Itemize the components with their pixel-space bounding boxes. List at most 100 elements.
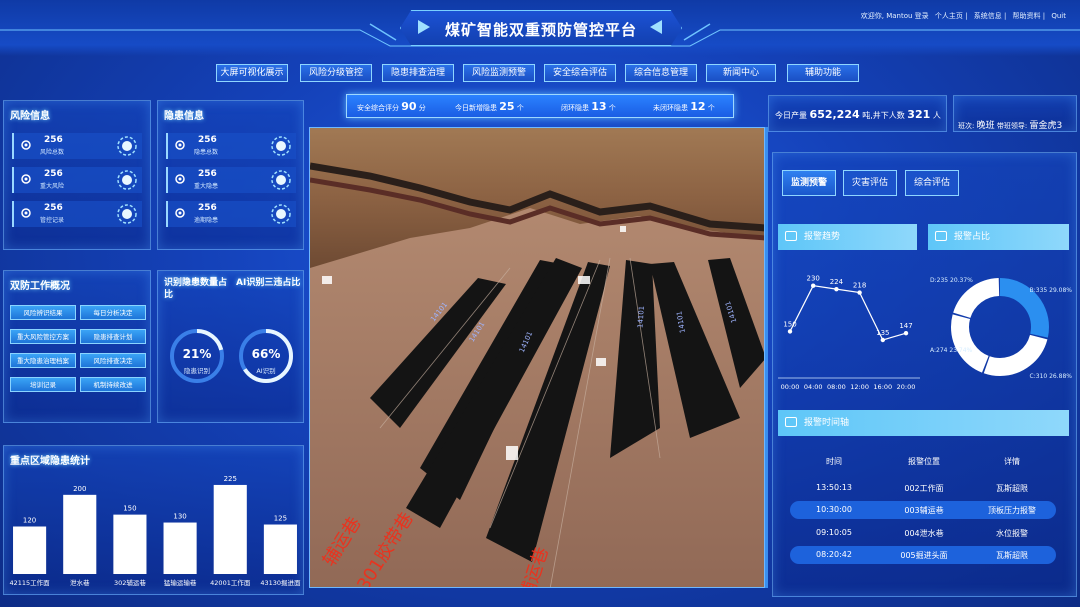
production-unit: 吨 [862,111,871,120]
risk-records-value: 256 [44,203,63,213]
bar-value-label: 225 [224,475,237,483]
work-btn-hazard-plan[interactable]: 隐患排查计划 [80,329,146,344]
gauge-ai-value: 66% [251,347,281,361]
metrics-strip: 安全综合评分 90 分 今日新增隐患 25 个 闭环隐患 13 个 未闭环隐患 … [346,94,734,118]
people-label: ,井下人数 [870,111,905,120]
hazard-overdue-value: 256 [198,203,217,213]
metric-open-hazards: 未闭环隐患 12 个 [653,100,715,113]
trend-point [787,329,793,334]
trend-point [857,290,862,295]
tab-monitor-alarm[interactable]: 监测预警 [782,170,836,196]
metric-open-label: 未闭环隐患 [653,104,688,112]
work-btn-daily-analysis[interactable]: 每日分析决定 [80,305,146,320]
monitor-icon [785,231,797,241]
table-row[interactable]: 08:20:42 005掘进头面 瓦斯超限 [790,546,1056,564]
play-arrow-right-icon [650,20,662,34]
identify-ratio-panel: 识别隐患数量占比 AI识别三违占比 21% 隐患识别 66% AI识别 [157,270,304,423]
ratio-title: 报警占比 [954,232,991,242]
target-icon [117,170,137,190]
link-help[interactable]: 帮助资料 [1013,12,1041,20]
shift-box: 班次: 晚班 带班领导: 雷金虎3 [953,95,1077,132]
nav-aux[interactable]: 辅助功能 [787,64,859,82]
nav-news[interactable]: 新闻中心 [706,64,776,82]
hazard-major-value: 256 [198,169,217,179]
risk-info-panel: 风险信息 256 风险总数 256 重大风险 256 管控记录 [3,100,151,250]
gauge-ai-label: AI识别 [256,367,276,375]
metric-safety-score: 安全综合评分 90 分 [357,100,426,113]
work-btn-risk-decision[interactable]: 风险排查决定 [80,353,146,368]
platform-title-box: 煤矿智能双重预防管控平台 [400,10,682,46]
work-btn-hazard-archive[interactable]: 重大隐患治理档案 [10,353,76,368]
tl-location: 003辅运巷 [904,506,944,515]
gear-icon [175,174,185,184]
people-value: 321 [907,108,931,121]
gear-icon [175,208,185,218]
bar-category-label: 猛输运输巷 [164,578,197,587]
mine-3d-view[interactable]: 辅运巷 301胶带巷 辅运巷 14101 14101 14101 14101 1… [309,127,765,588]
work-btn-training[interactable]: 培训记录 [10,377,76,392]
shift-value: 晚班 [976,121,995,131]
scene-stripe-label: 14101 [636,305,646,329]
hazard-info-panel: 隐患信息 256 隐患总数 256 重大隐患 256 逾期隐患 [157,100,304,250]
nav-info-mgmt[interactable]: 综合信息管理 [625,64,697,82]
table-row[interactable]: 13:50:13 002工作面 瓦斯超限 [790,479,1056,497]
identify-title-left: 识别隐患数量占比 [164,278,228,300]
metric-new-hazards: 今日新增隐患 25 个 [455,100,524,113]
identify-title-right: AI识别三违占比 [236,278,301,288]
tl-time: 13:50:13 [816,483,852,492]
trend-header: 报警趋势 [778,224,917,250]
hazard-total-label: 隐患总数 [194,149,219,156]
people-unit: 人 [932,111,941,120]
nav-risk-monitor[interactable]: 风险监测预警 [463,64,535,82]
table-row[interactable]: 09:10:05 004泄水巷 水位报警 [790,524,1056,542]
platform-title: 煤矿智能双重预防管控平台 [444,21,637,39]
nav-risk-control[interactable]: 风险分级管控 [300,64,372,82]
production-box: 今日产量 652,224 吨,井下人数 321 人 [768,95,947,132]
trend-x-tick: 08:00 [827,383,846,391]
bar [163,522,197,574]
ratio-header: 报警占比 [928,224,1069,250]
bar-value-label: 125 [274,515,287,523]
user-links: 欢迎你, Mantou 登录 个人主页 | 系统信息 | 帮助资料 | Quit [860,12,1066,20]
bar-value-label: 120 [23,517,36,525]
trend-x-tick: 20:00 [897,383,916,391]
link-profile[interactable]: 个人主页 [935,12,963,20]
metric-closed-unit: 个 [608,104,616,112]
target-icon [117,136,137,156]
gauge-hazard-label: 隐患识别 [184,367,210,375]
work-btn-major-risk-plan[interactable]: 重大风险管控方案 [10,329,76,344]
production-value: 652,224 [809,108,860,121]
leader-label: 带班领导: [996,122,1028,130]
link-system-info[interactable]: 系统信息 [974,12,1002,20]
nav-hazard-check[interactable]: 隐患排查治理 [382,64,454,82]
production-line: 今日产量 652,224 吨,井下人数 321 人 [775,108,941,121]
trend-value-label: 135 [876,329,889,337]
bar [63,494,97,574]
tl-time: 09:10:05 [816,528,852,537]
gear-icon [21,174,31,184]
work-btn-improvement[interactable]: 机制持续改进 [80,377,146,392]
risk-info-title: 风险信息 [10,111,50,122]
gear-icon [175,140,185,150]
tab-disaster-eval[interactable]: 灾害评估 [843,170,897,196]
tl-location: 005掘进头面 [900,551,948,560]
region-bar-chart: 120 42115工作面 200 泄水巷 150 302辅运巷 130 猛输运输巷 225 420… [9,475,301,587]
bar-category-label: 泄水巷 [70,578,90,587]
link-quit[interactable]: Quit [1051,12,1066,20]
tab-overall-eval[interactable]: 综合评估 [905,170,959,196]
work-btn-risk-result[interactable]: 风险辨识结果 [10,305,76,320]
trend-value-label: 150 [783,320,796,328]
nav-safety-eval[interactable]: 安全综合评估 [544,64,616,82]
trend-x-tick: 00:00 [781,383,800,391]
table-row[interactable]: 10:30:00 003辅运巷 顶板压力报警 [790,501,1056,519]
bar-category-label: 42115工作面 [9,578,50,587]
tl-detail: 水位报警 [996,529,1028,538]
metric-new-unit: 个 [516,104,524,112]
bar [113,514,147,574]
trend-point [880,337,885,343]
tl-detail: 顶板压力报警 [988,506,1036,515]
risk-total-label: 风险总数 [40,149,65,156]
leader-value: 雷金虎3 [1029,121,1063,131]
donut-slice-label: C:310 26.88% [1030,373,1073,380]
nav-dashboard[interactable]: 大屏可视化展示 [216,64,288,82]
